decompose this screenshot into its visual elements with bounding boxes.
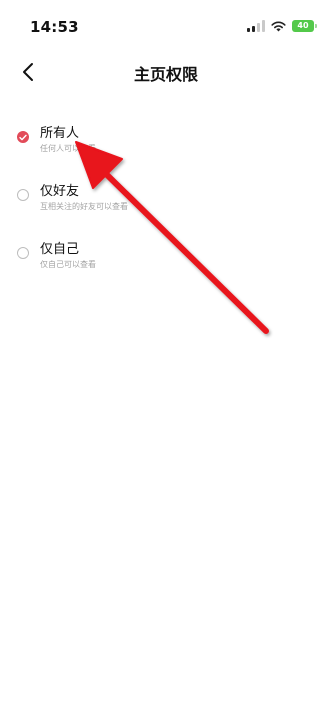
annotation-arrow-icon <box>75 141 269 334</box>
radio-unchecked-icon[interactable] <box>17 189 29 201</box>
option-self[interactable]: 仅自己 仅自己可以查看 <box>0 232 332 290</box>
option-label: 仅好友 <box>40 184 80 199</box>
option-everyone[interactable]: 所有人 任何人可以查看 <box>0 116 332 174</box>
status-bar: 14:53 40 <box>0 0 332 56</box>
radio-checked-icon[interactable] <box>17 131 29 143</box>
nav-bar: 主页权限 <box>0 52 332 92</box>
status-icons: 40 <box>247 20 317 32</box>
option-label: 所有人 <box>40 126 80 141</box>
option-label: 仅自己 <box>40 242 80 257</box>
option-friends[interactable]: 仅好友 互相关注的好友可以查看 <box>0 174 332 232</box>
option-description: 任何人可以查看 <box>40 144 96 153</box>
battery-icon: 40 <box>292 20 317 32</box>
check-icon <box>19 134 27 140</box>
option-description: 互相关注的好友可以查看 <box>40 202 128 211</box>
status-time: 14:53 <box>30 18 79 36</box>
privacy-options: 所有人 任何人可以查看 仅好友 互相关注的好友可以查看 仅自己 仅自己可以查看 <box>0 116 332 290</box>
wifi-icon <box>271 21 286 32</box>
radio-unchecked-icon[interactable] <box>17 247 29 259</box>
page-title: 主页权限 <box>133 65 198 84</box>
option-description: 仅自己可以查看 <box>40 260 96 269</box>
signal-icon <box>247 20 265 32</box>
